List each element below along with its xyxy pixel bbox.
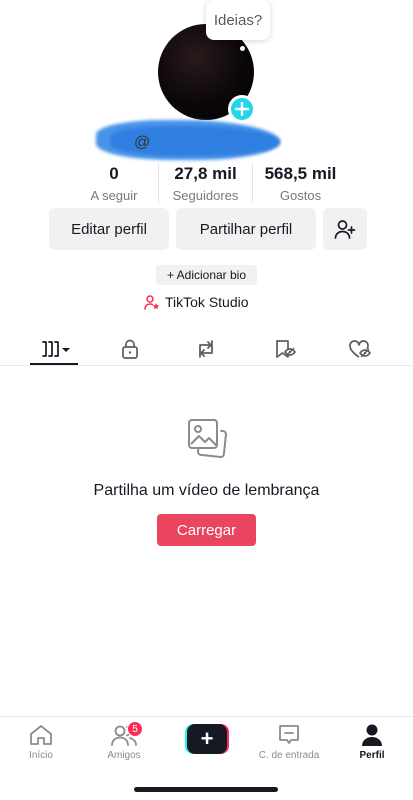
- home-indicator: [134, 787, 278, 792]
- tab-favorites[interactable]: [262, 334, 306, 364]
- nav-friends[interactable]: 5 Amigos: [89, 721, 159, 761]
- empty-state: Partilha um vídeo de lembrança Carregar: [0, 416, 413, 546]
- content-tabs: [0, 330, 413, 366]
- add-bio-button[interactable]: + Adicionar bio: [156, 265, 257, 285]
- stat-following-label: A seguir: [90, 188, 138, 203]
- repost-icon: [199, 340, 213, 358]
- edit-profile-button[interactable]: Editar perfil: [49, 208, 169, 250]
- grid-videos-icon: [42, 341, 70, 357]
- nav-home[interactable]: Início: [6, 723, 76, 761]
- avatar-add-button[interactable]: [228, 95, 256, 123]
- stat-followers-label: Seguidores: [172, 188, 239, 203]
- stat-followers-value: 27,8 mil: [174, 164, 237, 183]
- stat-following-value: 0: [109, 164, 119, 183]
- liked-hidden-icon: [349, 340, 371, 358]
- nav-profile-label: Perfil: [359, 750, 385, 761]
- profile-actions: Editar perfil Partilhar perfil: [49, 208, 367, 250]
- add-friends-button[interactable]: [323, 208, 367, 250]
- studio-icon: [144, 295, 160, 310]
- tiktok-studio-link[interactable]: TikTok Studio: [144, 294, 249, 310]
- tab-reposts[interactable]: [184, 334, 228, 364]
- nav-friends-label: Amigos: [107, 750, 141, 761]
- nav-inbox-label: C. de entrada: [258, 750, 320, 761]
- create-icon: +: [187, 724, 227, 754]
- stat-likes-value: 568,5 mil: [264, 164, 337, 183]
- photos-icon: [187, 419, 227, 458]
- stat-likes[interactable]: 568,5 mil Gostos: [252, 164, 348, 203]
- nav-home-label: Início: [29, 750, 53, 761]
- stat-followers[interactable]: 27,8 mil Seguidores: [158, 164, 252, 203]
- plus-icon: [235, 102, 249, 116]
- stat-likes-label: Gostos: [279, 188, 322, 203]
- tab-selected-indicator: [30, 363, 78, 365]
- inbox-icon: [279, 725, 299, 744]
- username-at-sign: @: [134, 134, 151, 151]
- empty-state-title: Partilha um vídeo de lembrança: [93, 482, 320, 499]
- lock-icon: [122, 339, 138, 359]
- username[interactable]: @: [134, 132, 150, 154]
- profile-stats: 0 A seguir 27,8 mil Seguidores 568,5 mil…: [70, 164, 370, 203]
- create-button[interactable]: +: [185, 724, 229, 754]
- stat-following[interactable]: 0 A seguir: [70, 164, 158, 203]
- home-icon: [30, 725, 52, 745]
- tab-videos[interactable]: [30, 334, 78, 364]
- upload-button[interactable]: Carregar: [157, 514, 256, 546]
- share-profile-button[interactable]: Partilhar perfil: [176, 208, 316, 250]
- profile-icon: [362, 724, 382, 746]
- nav-inbox[interactable]: C. de entrada: [254, 723, 324, 761]
- friends-badge: 5: [127, 721, 143, 737]
- add-user-icon: [334, 220, 356, 239]
- studio-label: TikTok Studio: [165, 294, 249, 310]
- nav-profile[interactable]: Perfil: [337, 723, 407, 761]
- bookmark-hidden-icon: [276, 340, 296, 358]
- tab-private[interactable]: [108, 334, 152, 364]
- tooltip-pointer: [240, 46, 245, 51]
- ideas-tooltip-label: Ideias?: [213, 11, 263, 29]
- tab-liked[interactable]: [338, 334, 382, 364]
- ideas-tooltip[interactable]: Ideias?: [206, 0, 270, 40]
